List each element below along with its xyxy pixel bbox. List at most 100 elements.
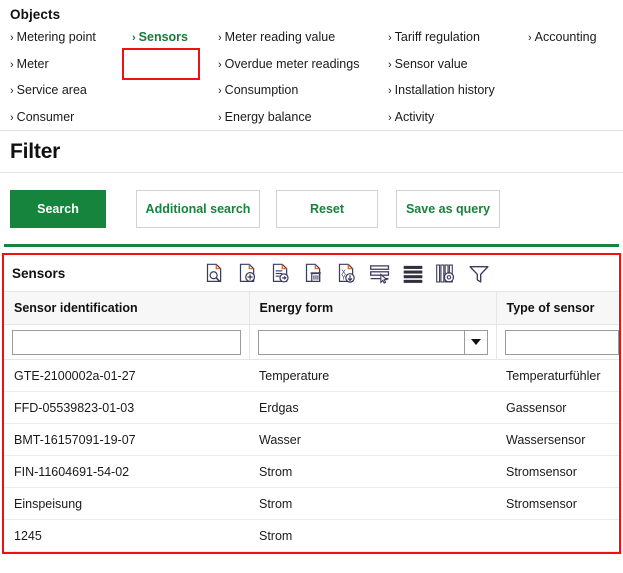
nav-label: Service area (16, 83, 87, 97)
chevron-right-icon: › (528, 32, 532, 44)
cell-type-of-sensor: Stromsensor (496, 487, 619, 520)
section-divider (4, 244, 619, 247)
results-toolbar-row: Sensors X Y (4, 255, 619, 291)
cell-energy-form: Strom (249, 455, 496, 488)
sidebar-item-overdue-meter-readings[interactable]: › Overdue meter readings (218, 51, 359, 78)
document-search-icon[interactable] (198, 258, 231, 288)
table-row[interactable]: FFD-05539823-01-03 Erdgas Gassensor (4, 391, 619, 424)
sidebar-item-meter[interactable]: › Meter (10, 51, 96, 78)
energy-form-dropdown-button[interactable] (463, 329, 488, 355)
filter-cell-type-of-sensor (496, 324, 619, 360)
sidebar-item-metering-point[interactable]: › Metering point (10, 24, 96, 51)
chevron-right-icon: › (132, 32, 136, 44)
nav-label: Tariff regulation (394, 30, 480, 44)
nav-column-4: › Tariff regulation › Sensor value › Instal… (388, 24, 495, 130)
column-header-sensor-identification[interactable]: Sensor identification (4, 291, 250, 325)
type-of-sensor-filter-input[interactable] (504, 329, 619, 355)
table-filter-row-body (4, 324, 619, 360)
column-header-type-of-sensor[interactable]: Type of sensor (496, 291, 619, 325)
document-edit-icon[interactable] (264, 258, 297, 288)
objects-heading: Objects (10, 7, 61, 22)
cell-energy-form: Erdgas (249, 391, 496, 424)
filter-header: Filter (0, 131, 623, 173)
nav-label: Installation history (394, 83, 495, 97)
results-toolbar: X Y (198, 258, 495, 288)
table-row[interactable]: Einspeisung Strom Stromsensor (4, 487, 619, 520)
nav-label: Meter (16, 56, 49, 71)
chevron-right-icon: › (218, 58, 222, 71)
chevron-right-icon: › (10, 32, 14, 44)
table-row[interactable]: FIN-11604691-54-02 Strom Stromsensor (4, 455, 619, 488)
cell-type-of-sensor: Wassersensor (496, 423, 619, 456)
chevron-right-icon: › (218, 85, 222, 97)
table-row[interactable]: GTE-2100002a-01-27 Temperature Temperatu… (4, 359, 619, 392)
table-row[interactable]: 1245 Strom (4, 519, 619, 552)
results-title: Sensors (12, 265, 66, 281)
sidebar-item-accounting[interactable]: › Accounting (528, 24, 597, 51)
page-title: Filter (10, 139, 61, 163)
chevron-right-icon: › (218, 32, 222, 44)
nav-column-2: › Sensors (132, 24, 188, 51)
nav-column-5: › Accounting (528, 24, 597, 51)
sidebar-item-energy-balance[interactable]: › Energy balance (218, 104, 359, 131)
chevron-right-icon: › (388, 32, 392, 44)
document-delete-icon[interactable] (297, 258, 330, 288)
document-add-icon[interactable] (231, 258, 264, 288)
reset-button[interactable]: Reset (276, 189, 378, 228)
sensor-identification-filter-input[interactable] (12, 329, 241, 355)
list-view-icon[interactable] (396, 258, 429, 288)
nav-label: Accounting (534, 30, 597, 44)
sidebar-item-consumption[interactable]: › Consumption (218, 77, 359, 104)
nav-column-3: › Meter reading value › Overdue meter read… (218, 24, 359, 130)
filter-funnel-icon[interactable] (462, 258, 495, 288)
filter-cell-energy-form (249, 324, 497, 360)
cell-sensor-identification: FFD-05539823-01-03 (4, 391, 249, 424)
nav-label: Overdue meter readings (224, 56, 360, 71)
document-download-icon[interactable]: X Y (330, 258, 363, 288)
select-rows-icon[interactable] (363, 258, 396, 288)
sidebar-item-tariff-regulation[interactable]: › Tariff regulation (388, 24, 495, 51)
chevron-down-icon (470, 339, 481, 345)
chevron-right-icon: › (388, 85, 392, 97)
sidebar-item-sensor-value[interactable]: › Sensor value (388, 51, 495, 78)
cell-sensor-identification: 1245 (4, 519, 249, 552)
cell-sensor-identification: GTE-2100002a-01-27 (4, 359, 249, 392)
nav-label: Activity (394, 109, 435, 124)
chevron-right-icon: › (388, 111, 392, 124)
object-nav-grid: › Metering point › Meter › Service area › Co… (0, 24, 623, 130)
nav-label: Metering point (16, 30, 96, 44)
energy-form-filter-input[interactable] (257, 329, 464, 355)
nav-label: Sensors (138, 30, 189, 44)
nav-label: Consumer (16, 109, 75, 124)
chevron-right-icon: › (218, 111, 222, 124)
nav-label: Sensor value (394, 56, 468, 71)
table-row[interactable]: BMT-16157091-19-07 Wasser Wassersensor (4, 423, 619, 456)
search-button[interactable]: Search (10, 189, 106, 228)
nav-column-1: › Metering point › Meter › Service area › Co… (10, 24, 96, 130)
save-as-query-button[interactable]: Save as query (396, 189, 500, 228)
cell-energy-form: Strom (249, 487, 496, 520)
sidebar-item-consumer[interactable]: › Consumer (10, 104, 96, 131)
chevron-right-icon: › (10, 85, 14, 97)
column-settings-icon[interactable] (429, 258, 462, 288)
cell-sensor-identification: Einspeisung (4, 487, 249, 520)
sidebar-item-meter-reading-value[interactable]: › Meter reading value (218, 24, 359, 51)
sidebar-item-activity[interactable]: › Activity (388, 104, 495, 131)
table-filter-row (4, 324, 619, 360)
sidebar-item-service-area[interactable]: › Service area (10, 77, 96, 104)
sidebar-item-installation-history[interactable]: › Installation history (388, 77, 495, 104)
column-header-energy-form[interactable]: Energy form (249, 291, 497, 325)
additional-search-button[interactable]: Additional search (136, 189, 260, 228)
cell-type-of-sensor: Gassensor (496, 391, 619, 424)
cell-type-of-sensor (496, 519, 619, 552)
nav-label: Consumption (224, 83, 299, 97)
sensors-table: Sensor identification Energy form Type o… (4, 291, 619, 552)
nav-label: Energy balance (224, 109, 312, 124)
cell-type-of-sensor: Stromsensor (496, 455, 619, 488)
table-body: GTE-2100002a-01-27 Temperature Temperatu… (4, 359, 619, 552)
chevron-right-icon: › (10, 111, 14, 124)
nav-label: Meter reading value (224, 30, 336, 44)
filter-cell-sensor-identification (4, 324, 250, 360)
sidebar-item-sensors[interactable]: › Sensors (132, 24, 188, 51)
sensors-highlight-box (122, 48, 200, 80)
